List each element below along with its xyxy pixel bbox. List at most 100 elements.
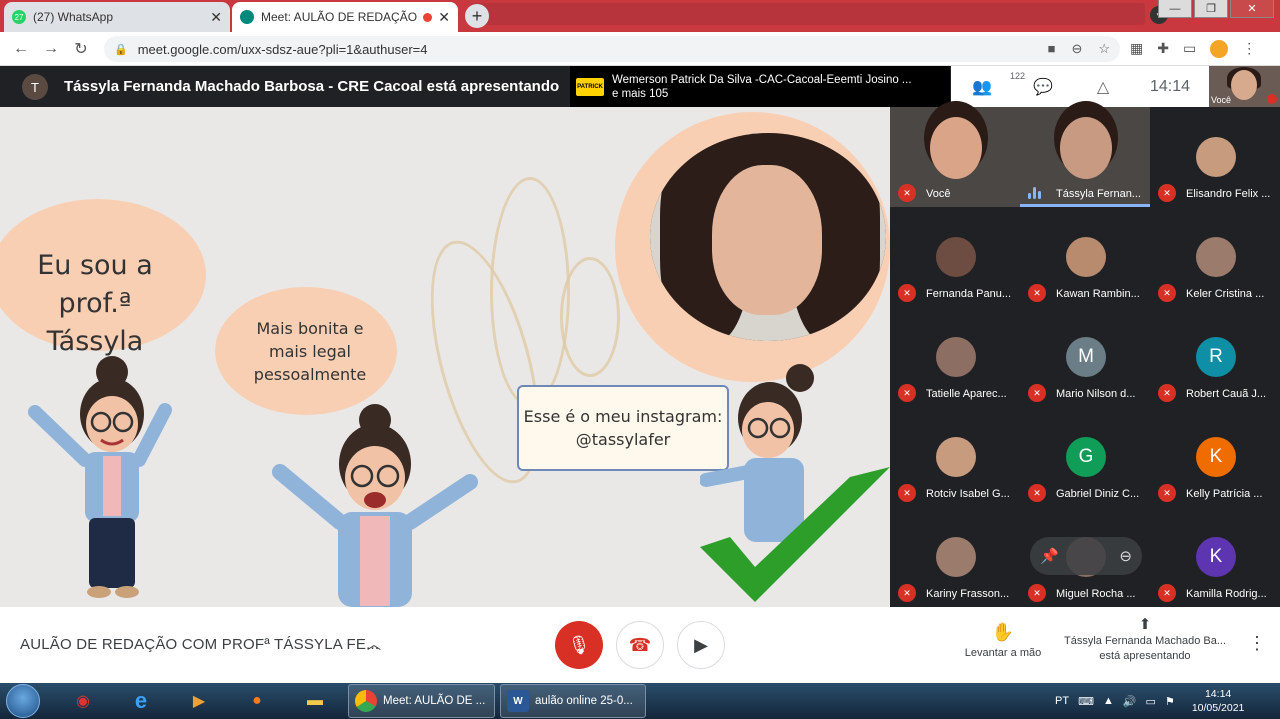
internet-explorer-icon[interactable]: e	[126, 686, 156, 716]
profile-avatar-icon[interactable]	[1210, 40, 1229, 58]
network-icon[interactable]: ▭	[1146, 695, 1156, 708]
meet-bottom-bar: AULÃO DE REDAÇÃO COM PROFª TÁSSYLA FE...…	[0, 607, 1280, 683]
taskbar-word-doc[interactable]: W aulão online 25-0...	[500, 684, 646, 718]
close-tab-icon[interactable]: ✕	[210, 9, 222, 26]
grid-extension-icon[interactable]: ▦	[1130, 40, 1143, 58]
forward-icon[interactable]: →	[36, 40, 66, 58]
participant-tile[interactable]: R ✕ Robert Cauã J...	[1150, 307, 1280, 407]
start-button[interactable]	[6, 684, 40, 718]
address-bar-row: ← → ↻ 🔒 meet.google.com/uxx-sdsz-aue?pli…	[0, 32, 1280, 66]
participant-name: Miguel Rocha ...	[1056, 588, 1136, 600]
back-icon[interactable]: ←	[6, 40, 36, 58]
tab-title: (27) WhatsApp	[33, 10, 114, 24]
avatar-figure-2	[272, 404, 478, 607]
participant-avatar	[936, 337, 976, 377]
muted-mic-icon: ✕	[1028, 484, 1046, 502]
taskbar-chrome-meet[interactable]: Meet: AULÃO DE ...	[348, 684, 495, 718]
show-hidden-icons[interactable]: ▲	[1103, 695, 1114, 707]
minimize-button[interactable]: —	[1158, 0, 1192, 18]
muted-mic-icon: ✕	[898, 384, 916, 402]
participant-avatar: R	[1196, 337, 1236, 377]
url-field[interactable]: 🔒 meet.google.com/uxx-sdsz-aue?pli=1&aut…	[104, 36, 1120, 62]
insta-line-1: Esse é o meu instagram:	[523, 407, 723, 426]
participant-tile[interactable]: K ✕ Kamilla Rodrig...	[1150, 507, 1280, 607]
chrome-icon	[355, 690, 377, 712]
maximize-button[interactable]: ❐	[1194, 0, 1228, 18]
face-shape	[712, 165, 822, 315]
participant-tile[interactable]: K ✕ Kelly Patrícia ...	[1150, 407, 1280, 507]
bubble2-line-3: pessoalmente	[253, 365, 367, 384]
participant-tile[interactable]: ✕ Kariny Frasson...	[890, 507, 1020, 607]
join-notification: PATRICK Wemerson Patrick Da Silva -CAC-C…	[570, 66, 950, 107]
raise-hand-label: Levantar a mão	[964, 647, 1042, 659]
muted-mic-icon: ✕	[1028, 384, 1046, 402]
video-feed	[930, 117, 982, 179]
task-label: Meet: AULÃO DE ...	[383, 695, 486, 707]
background-window-title	[470, 3, 1145, 25]
participant-tile[interactable]: M ✕ Mario Nilson d...	[1020, 307, 1150, 407]
meet-icon	[240, 10, 254, 24]
chevron-up-icon[interactable]: ︿	[367, 634, 381, 654]
participant-name: Keler Cristina ...	[1186, 288, 1265, 300]
menu-kebab-icon[interactable]: ⋮	[1242, 40, 1256, 58]
firefox-icon[interactable]: ●	[242, 686, 272, 716]
volume-icon[interactable]: 🔊	[1123, 695, 1137, 708]
participant-tile[interactable]: ✕ Rotciv Isabel G...	[890, 407, 1020, 507]
meet-top-bar: T Tássyla Fernanda Machado Barbosa - CRE…	[0, 66, 1280, 107]
camera-toggle-button[interactable]: ▶	[677, 621, 725, 669]
participant-tile[interactable]: ✕ Keler Cristina ...	[1150, 207, 1280, 307]
participant-tile[interactable]: G ✕ Gabriel Diniz C...	[1020, 407, 1150, 507]
lock-icon: 🔒	[114, 43, 128, 56]
muted-mic-icon: ✕	[898, 584, 916, 602]
hang-up-icon: ☎	[628, 634, 652, 655]
windows-taskbar: ◉ e ▶ ● ▬ Meet: AULÃO DE ... W aulão onl…	[0, 683, 1280, 719]
participant-tile[interactable]: ✕ Elisandro Felix ...	[1150, 107, 1280, 207]
camera-icon[interactable]: ■	[1048, 41, 1056, 57]
chat-button[interactable]: 💬	[1013, 77, 1073, 97]
self-preview-tile[interactable]: Você	[1209, 66, 1280, 107]
close-window-button[interactable]: ✕	[1230, 0, 1274, 18]
participant-tile[interactable]: ✕ Tatielle Aparec...	[890, 307, 1020, 407]
action-center-icon[interactable]: ⚑	[1165, 695, 1175, 708]
raise-hand-button[interactable]: ✋ Levantar a mão	[960, 622, 1046, 659]
media-player-icon[interactable]: ▶	[184, 686, 214, 716]
participant-tile[interactable]: ✕ Você	[890, 107, 1020, 207]
bookmark-star-icon[interactable]: ☆	[1098, 41, 1110, 57]
tab-meet[interactable]: Meet: AULÃO DE REDAÇÃO ✕	[232, 2, 458, 32]
pin-icon[interactable]: 📌	[1040, 547, 1059, 565]
taskbar-clock[interactable]: 14:14 10/05/2021	[1192, 687, 1245, 715]
tab-title: Meet: AULÃO DE REDAÇÃO	[261, 10, 418, 24]
leave-call-button[interactable]: ☎	[616, 621, 664, 669]
meeting-name[interactable]: AULÃO DE REDAÇÃO COM PROFª TÁSSYLA FE...	[20, 636, 379, 653]
participant-avatar	[936, 537, 976, 577]
presenting-status-button[interactable]: ⬆ Tássyla Fernanda Machado Ba... está ap…	[1060, 617, 1230, 664]
reload-icon[interactable]: ↻	[66, 39, 96, 59]
remove-icon[interactable]: ⊖	[1119, 547, 1132, 565]
file-explorer-icon[interactable]: ▬	[300, 686, 330, 716]
cast-icon[interactable]: ▭	[1183, 40, 1196, 58]
participant-tile[interactable]: ✕ Kawan Rambin...	[1020, 207, 1150, 307]
participant-name: Rotciv Isabel G...	[926, 488, 1010, 500]
participant-avatar: M	[1066, 337, 1106, 377]
zoom-icon[interactable]: ⊖	[1071, 41, 1082, 57]
mic-toggle-button[interactable]: 🎙	[555, 621, 603, 669]
activities-button[interactable]: △	[1073, 77, 1133, 97]
bubble2-line-2: mais legal	[269, 342, 351, 361]
people-button[interactable]: 👥 122	[951, 71, 1025, 97]
browser-tab-strip: 27 (27) WhatsApp ✕ Meet: AULÃO DE REDAÇÃ…	[0, 0, 1280, 32]
media-app-icon[interactable]: ◉	[68, 686, 98, 716]
participant-avatar	[1196, 237, 1236, 277]
speaking-indicator-icon	[1028, 187, 1041, 199]
participant-avatar	[1066, 237, 1106, 277]
puzzle-icon[interactable]: ✚	[1157, 40, 1169, 58]
new-tab-button[interactable]: +	[465, 4, 489, 28]
more-options-icon[interactable]: ⋮	[1248, 633, 1266, 654]
participant-tile[interactable]: Tássyla Fernan...	[1020, 107, 1150, 207]
keyboard-icon[interactable]: ⌨	[1078, 695, 1094, 708]
intro-line-1: Eu sou a prof.ª	[37, 250, 153, 319]
language-indicator[interactable]: PT	[1055, 695, 1069, 707]
participant-tile[interactable]: ✕ Fernanda Panu...	[890, 207, 1020, 307]
task-label: aulão online 25-0...	[535, 695, 633, 707]
tab-whatsapp[interactable]: 27 (27) WhatsApp ✕	[4, 2, 230, 32]
close-tab-icon[interactable]: ✕	[438, 9, 450, 26]
